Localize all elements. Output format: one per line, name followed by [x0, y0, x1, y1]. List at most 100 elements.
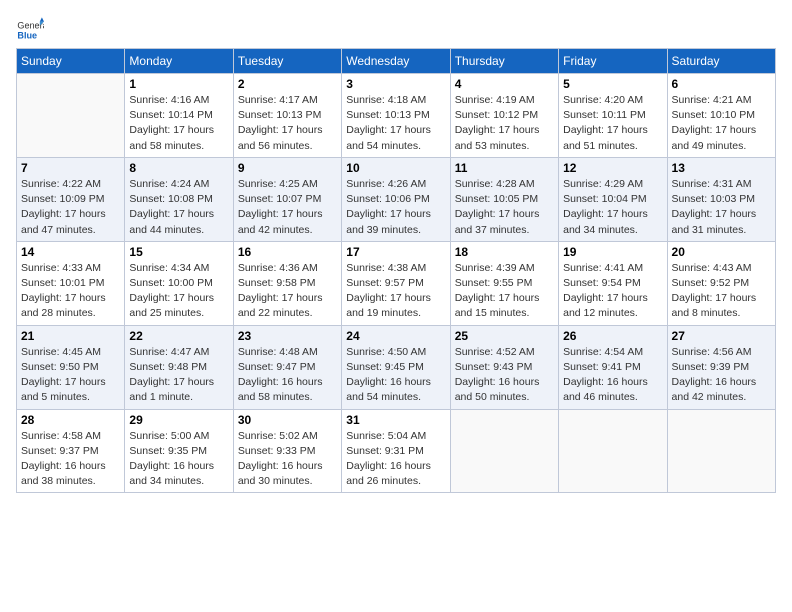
day-number: 2 [238, 77, 337, 91]
calendar-cell [450, 409, 558, 493]
day-info: Sunrise: 4:58 AMSunset: 9:37 PMDaylight:… [21, 429, 120, 490]
day-number: 13 [672, 161, 771, 175]
day-info: Sunrise: 4:39 AMSunset: 9:55 PMDaylight:… [455, 261, 554, 322]
calendar-cell: 4 Sunrise: 4:19 AMSunset: 10:12 PMDayligh… [450, 74, 558, 158]
calendar-week-row: 1 Sunrise: 4:16 AMSunset: 10:14 PMDayligh… [17, 74, 776, 158]
calendar-cell: 10 Sunrise: 4:26 AMSunset: 10:06 PMDaylig… [342, 157, 450, 241]
calendar-cell: 6 Sunrise: 4:21 AMSunset: 10:10 PMDayligh… [667, 74, 775, 158]
day-number: 19 [563, 245, 662, 259]
day-info: Sunrise: 4:31 AMSunset: 10:03 PMDaylight… [672, 177, 771, 238]
day-number: 11 [455, 161, 554, 175]
calendar-cell: 15 Sunrise: 4:34 AMSunset: 10:00 PMDaylig… [125, 241, 233, 325]
calendar-cell: 14 Sunrise: 4:33 AMSunset: 10:01 PMDaylig… [17, 241, 125, 325]
calendar-cell: 29 Sunrise: 5:00 AMSunset: 9:35 PMDayligh… [125, 409, 233, 493]
day-number: 7 [21, 161, 120, 175]
day-number: 10 [346, 161, 445, 175]
day-number: 8 [129, 161, 228, 175]
calendar-cell: 30Sunrise: 5:02 AMSunset: 9:33 PMDayligh… [233, 409, 341, 493]
calendar-week-row: 14 Sunrise: 4:33 AMSunset: 10:01 PMDaylig… [17, 241, 776, 325]
day-number: 24 [346, 329, 445, 343]
calendar-week-row: 7 Sunrise: 4:22 AMSunset: 10:09 PMDayligh… [17, 157, 776, 241]
calendar-cell: 5 Sunrise: 4:20 AMSunset: 10:11 PMDayligh… [559, 74, 667, 158]
day-info: Sunrise: 4:48 AMSunset: 9:47 PMDaylight:… [238, 345, 337, 406]
day-info: Sunrise: 4:52 AMSunset: 9:43 PMDaylight:… [455, 345, 554, 406]
day-number: 5 [563, 77, 662, 91]
column-header-monday: Monday [125, 49, 233, 74]
svg-text:Blue: Blue [17, 30, 37, 40]
logo-icon: General Blue [16, 16, 44, 44]
day-info: Sunrise: 4:20 AMSunset: 10:11 PMDaylight… [563, 93, 662, 154]
day-number: 20 [672, 245, 771, 259]
day-info: Sunrise: 4:22 AMSunset: 10:09 PMDaylight… [21, 177, 120, 238]
calendar-cell: 27Sunrise: 4:56 AMSunset: 9:39 PMDayligh… [667, 325, 775, 409]
day-info: Sunrise: 4:33 AMSunset: 10:01 PMDaylight… [21, 261, 120, 322]
calendar-cell: 16Sunrise: 4:36 AMSunset: 9:58 PMDayligh… [233, 241, 341, 325]
day-info: Sunrise: 5:00 AMSunset: 9:35 PMDaylight:… [129, 429, 228, 490]
day-number: 12 [563, 161, 662, 175]
calendar-cell: 2Sunrise: 4:17 AMSunset: 10:13 PMDayligh… [233, 74, 341, 158]
day-number: 3 [346, 77, 445, 91]
column-header-sunday: Sunday [17, 49, 125, 74]
calendar-cell: 7 Sunrise: 4:22 AMSunset: 10:09 PMDayligh… [17, 157, 125, 241]
calendar-cell: 25 Sunrise: 4:52 AMSunset: 9:43 PMDayligh… [450, 325, 558, 409]
day-info: Sunrise: 4:47 AMSunset: 9:48 PMDaylight:… [129, 345, 228, 406]
day-number: 4 [455, 77, 554, 91]
column-header-wednesday: Wednesday [342, 49, 450, 74]
calendar-cell: 8 Sunrise: 4:24 AMSunset: 10:08 PMDayligh… [125, 157, 233, 241]
day-info: Sunrise: 4:24 AMSunset: 10:08 PMDaylight… [129, 177, 228, 238]
day-number: 28 [21, 413, 120, 427]
day-number: 27 [672, 329, 771, 343]
day-number: 14 [21, 245, 120, 259]
day-info: Sunrise: 4:43 AMSunset: 9:52 PMDaylight:… [672, 261, 771, 322]
calendar-cell: 28 Sunrise: 4:58 AMSunset: 9:37 PMDayligh… [17, 409, 125, 493]
day-info: Sunrise: 4:16 AMSunset: 10:14 PMDaylight… [129, 93, 228, 154]
day-number: 16 [238, 245, 337, 259]
day-info: Sunrise: 4:45 AMSunset: 9:50 PMDaylight:… [21, 345, 120, 406]
calendar-cell [559, 409, 667, 493]
calendar-header-row: SundayMondayTuesdayWednesdayThursdayFrid… [17, 49, 776, 74]
column-header-friday: Friday [559, 49, 667, 74]
calendar-week-row: 28 Sunrise: 4:58 AMSunset: 9:37 PMDayligh… [17, 409, 776, 493]
calendar-table: SundayMondayTuesdayWednesdayThursdayFrid… [16, 48, 776, 493]
calendar-cell: 22 Sunrise: 4:47 AMSunset: 9:48 PMDayligh… [125, 325, 233, 409]
calendar-cell: 17Sunrise: 4:38 AMSunset: 9:57 PMDayligh… [342, 241, 450, 325]
day-number: 25 [455, 329, 554, 343]
calendar-cell: 13 Sunrise: 4:31 AMSunset: 10:03 PMDaylig… [667, 157, 775, 241]
day-info: Sunrise: 4:29 AMSunset: 10:04 PMDaylight… [563, 177, 662, 238]
day-info: Sunrise: 4:54 AMSunset: 9:41 PMDaylight:… [563, 345, 662, 406]
calendar-cell: 1 Sunrise: 4:16 AMSunset: 10:14 PMDayligh… [125, 74, 233, 158]
day-number: 29 [129, 413, 228, 427]
day-info: Sunrise: 4:21 AMSunset: 10:10 PMDaylight… [672, 93, 771, 154]
day-info: Sunrise: 4:19 AMSunset: 10:12 PMDaylight… [455, 93, 554, 154]
day-number: 17 [346, 245, 445, 259]
day-number: 30 [238, 413, 337, 427]
day-number: 22 [129, 329, 228, 343]
day-info: Sunrise: 4:28 AMSunset: 10:05 PMDaylight… [455, 177, 554, 238]
calendar-cell: 19Sunrise: 4:41 AMSunset: 9:54 PMDayligh… [559, 241, 667, 325]
calendar-cell: 18 Sunrise: 4:39 AMSunset: 9:55 PMDayligh… [450, 241, 558, 325]
logo: General Blue [16, 16, 44, 44]
day-info: Sunrise: 4:25 AMSunset: 10:07 PMDaylight… [238, 177, 337, 238]
day-number: 1 [129, 77, 228, 91]
column-header-thursday: Thursday [450, 49, 558, 74]
calendar-cell: 21Sunrise: 4:45 AMSunset: 9:50 PMDayligh… [17, 325, 125, 409]
calendar-cell: 23Sunrise: 4:48 AMSunset: 9:47 PMDayligh… [233, 325, 341, 409]
day-info: Sunrise: 4:34 AMSunset: 10:00 PMDaylight… [129, 261, 228, 322]
calendar-week-row: 21Sunrise: 4:45 AMSunset: 9:50 PMDayligh… [17, 325, 776, 409]
calendar-cell [17, 74, 125, 158]
calendar-cell: 9 Sunrise: 4:25 AMSunset: 10:07 PMDayligh… [233, 157, 341, 241]
day-number: 9 [238, 161, 337, 175]
day-number: 26 [563, 329, 662, 343]
calendar-cell: 26 Sunrise: 4:54 AMSunset: 9:41 PMDayligh… [559, 325, 667, 409]
day-number: 6 [672, 77, 771, 91]
calendar-cell: 12 Sunrise: 4:29 AMSunset: 10:04 PMDaylig… [559, 157, 667, 241]
page-header: General Blue [16, 16, 776, 44]
day-info: Sunrise: 4:26 AMSunset: 10:06 PMDaylight… [346, 177, 445, 238]
day-number: 15 [129, 245, 228, 259]
day-number: 18 [455, 245, 554, 259]
calendar-cell: 31Sunrise: 5:04 AMSunset: 9:31 PMDayligh… [342, 409, 450, 493]
day-info: Sunrise: 4:18 AMSunset: 10:13 PMDaylight… [346, 93, 445, 154]
day-info: Sunrise: 4:50 AMSunset: 9:45 PMDaylight:… [346, 345, 445, 406]
calendar-cell: 24 Sunrise: 4:50 AMSunset: 9:45 PMDayligh… [342, 325, 450, 409]
calendar-cell: 20 Sunrise: 4:43 AMSunset: 9:52 PMDayligh… [667, 241, 775, 325]
